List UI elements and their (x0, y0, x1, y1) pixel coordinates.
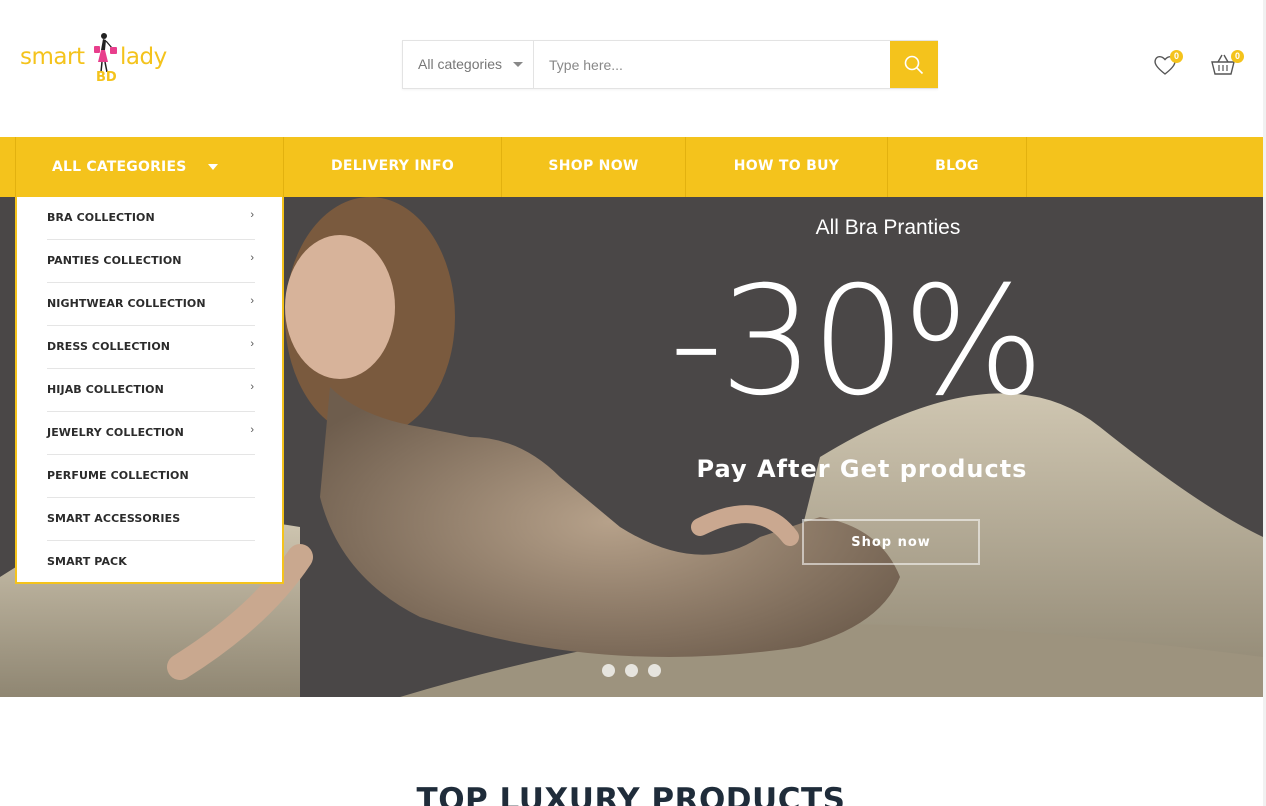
category-label: NIGHTWEAR COLLECTION (47, 297, 206, 310)
chevron-right-icon: › (250, 295, 254, 307)
wishlist-count-badge: 0 (1170, 50, 1183, 63)
category-label: SMART ACCESSORIES (47, 512, 181, 525)
brand-logo[interactable]: smart lady BD (20, 32, 180, 92)
category-item-bra[interactable]: BRA COLLECTION › (47, 197, 255, 240)
category-label: DRESS COLLECTION (47, 340, 171, 353)
search-category-select[interactable]: All categories (403, 41, 534, 88)
main-nav: ALL CATEGORIES DELIVERY INFO SHOP NOW HO… (0, 137, 1263, 197)
chevron-right-icon: › (250, 252, 254, 264)
chevron-right-icon: › (250, 381, 254, 393)
site-header: smart lady BD All categories 0 (0, 0, 1266, 137)
nav-item-how-to-buy[interactable]: HOW TO BUY (686, 137, 888, 197)
caret-down-icon (513, 62, 523, 67)
nav-item-label: HOW TO BUY (733, 158, 840, 174)
hero-button-label: Shop now (851, 535, 931, 550)
category-item-dress[interactable]: DRESS COLLECTION › (47, 326, 255, 369)
category-label: SMART PACK (47, 555, 127, 568)
logo-suffix: BD (96, 70, 117, 85)
category-label: HIJAB COLLECTION (47, 383, 164, 396)
search-bar: All categories (402, 40, 938, 89)
nav-item-label: BLOG (935, 158, 979, 174)
all-categories-label: ALL CATEGORIES (52, 159, 187, 175)
category-label: BRA COLLECTION (47, 211, 155, 224)
nav-item-label: DELIVERY INFO (330, 158, 455, 174)
category-label: PERFUME COLLECTION (47, 469, 189, 482)
category-item-smart-accessories[interactable]: SMART ACCESSORIES (47, 498, 255, 541)
category-label: PANTIES COLLECTION (47, 254, 182, 267)
category-item-smart-pack[interactable]: SMART PACK (47, 541, 255, 584)
category-dropdown: BRA COLLECTION › PANTIES COLLECTION › NI… (15, 197, 284, 584)
category-item-panties[interactable]: PANTIES COLLECTION › (47, 240, 255, 283)
hero-discount: -30% (669, 255, 1045, 429)
slider-dot-3[interactable] (648, 664, 661, 677)
caret-down-icon (208, 164, 218, 170)
search-category-label: All categories (418, 56, 503, 72)
hero-shop-now-button[interactable]: Shop now (802, 519, 980, 565)
hero-title: All Bra Pranties (815, 216, 961, 239)
search-input[interactable] (535, 41, 889, 88)
slider-dot-1[interactable] (602, 664, 615, 677)
slider-dot-2[interactable] (625, 664, 638, 677)
category-item-hijab[interactable]: HIJAB COLLECTION › (47, 369, 255, 412)
all-categories-toggle[interactable]: ALL CATEGORIES (15, 137, 284, 197)
nav-item-label: SHOP NOW (548, 158, 639, 174)
logo-word-smart: smart (20, 44, 85, 70)
hero-subtitle: Pay After Get products (696, 455, 1028, 483)
logo-lady-figure-icon (94, 33, 117, 72)
logo-word-lady: lady (120, 44, 167, 70)
category-label: JEWELRY COLLECTION (47, 426, 184, 439)
nav-item-delivery-info[interactable]: DELIVERY INFO (284, 137, 502, 197)
search-button[interactable] (890, 41, 938, 88)
cart-count-badge: 0 (1231, 50, 1244, 63)
category-item-nightwear[interactable]: NIGHTWEAR COLLECTION › (47, 283, 255, 326)
chevron-right-icon: › (250, 338, 254, 350)
search-icon (904, 55, 924, 75)
category-item-perfume[interactable]: PERFUME COLLECTION (47, 455, 255, 498)
chevron-right-icon: › (250, 209, 254, 221)
category-item-jewelry[interactable]: JEWELRY COLLECTION › (47, 412, 255, 455)
section-title: TOP LUXURY PRODUCTS (416, 782, 846, 806)
nav-item-shop-now[interactable]: SHOP NOW (502, 137, 686, 197)
category-list: BRA COLLECTION › PANTIES COLLECTION › NI… (47, 197, 255, 584)
nav-item-blog[interactable]: BLOG (888, 137, 1027, 197)
chevron-right-icon: › (250, 424, 254, 436)
